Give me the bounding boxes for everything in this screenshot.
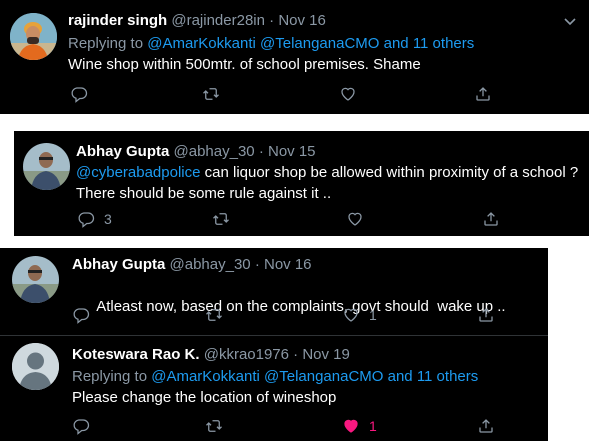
separator-dot: · — [293, 346, 299, 363]
tweet-date[interactable]: Nov 19 — [302, 346, 350, 363]
replying-to-label: Replying to — [68, 35, 144, 52]
reply-button[interactable]: 3 — [77, 209, 112, 229]
reply-icon — [71, 87, 88, 103]
like-icon — [344, 308, 358, 322]
tweet-text-body: Atleast now, based on the complaints, go… — [96, 298, 506, 315]
retweet-icon — [206, 309, 222, 321]
replying-to: Replying to @AmarKokkanti @TelanganaCMO … — [72, 368, 478, 386]
reply-count: 3 — [104, 211, 112, 227]
tweet-text: @cyberabadpolice can liquor shop be allo… — [76, 162, 586, 204]
like-button[interactable]: 1 — [342, 416, 377, 436]
reply-button[interactable] — [72, 416, 90, 436]
retweet-icon — [203, 88, 219, 100]
retweet-button[interactable] — [212, 209, 230, 229]
share-button[interactable] — [477, 305, 495, 325]
tweet-text-line-1: @cyberabadpolice can liquor shop be allo… — [76, 162, 586, 183]
like-icon — [348, 212, 362, 226]
retweet-button[interactable] — [205, 305, 223, 325]
avatar[interactable] — [23, 143, 70, 190]
tweet-date[interactable]: Nov 16 — [278, 12, 326, 29]
tweet-header: Abhay Gupta @abhay_30 · Nov 15 — [76, 143, 316, 161]
tweet-text-body: can liquor shop be allowed within proxim… — [200, 164, 579, 181]
tweet-text: Atleast now, based on the complaints, go… — [72, 275, 506, 338]
replying-to-label: Replying to — [72, 368, 148, 385]
reply-icon — [73, 419, 90, 435]
tweet-text: Please change the location of wineshop — [72, 387, 336, 408]
user-handle[interactable]: @abhay_30 — [174, 143, 255, 160]
like-button[interactable] — [346, 209, 364, 229]
replying-to: Replying to @AmarKokkanti @TelanganaCMO … — [68, 35, 474, 53]
others-link[interactable]: and 11 others — [384, 35, 475, 52]
others-link[interactable]: and 11 others — [388, 368, 479, 385]
share-icon — [479, 308, 493, 322]
tweet-date[interactable]: Nov 15 — [268, 143, 316, 160]
tweet-abhay-2[interactable]: Abhay Gupta @abhay_30 · Nov 16 Atleast n… — [0, 248, 548, 334]
retweet-icon — [213, 213, 229, 225]
like-count: 1 — [369, 307, 377, 323]
share-icon — [479, 419, 493, 433]
tweet-rajinder[interactable]: rajinder singh @rajinder28in · Nov 16 Re… — [0, 0, 589, 114]
user-handle[interactable]: @rajinder28in — [171, 12, 265, 29]
tweet-card-2: Abhay Gupta @abhay_30 · Nov 15 @cyberaba… — [14, 131, 589, 236]
display-name[interactable]: rajinder singh — [68, 12, 167, 29]
separator-dot: · — [254, 256, 260, 273]
reply-button[interactable] — [70, 84, 88, 104]
user-handle[interactable]: @kkrao1976 — [204, 346, 289, 363]
tweet-header: Koteswara Rao K. @kkrao1976 · Nov 19 — [72, 346, 350, 364]
tweet-header: rajinder singh @rajinder28in · Nov 16 — [68, 12, 326, 30]
retweet-button[interactable] — [205, 416, 223, 436]
tweet-card-1: rajinder singh @rajinder28in · Nov 16 Re… — [0, 0, 589, 114]
mention-link[interactable]: @AmarKokkanti — [147, 35, 256, 52]
more-chevron-icon[interactable] — [563, 17, 577, 27]
separator-dot: · — [258, 143, 264, 160]
like-button[interactable]: 1 — [342, 305, 377, 325]
like-icon — [344, 419, 358, 433]
user-handle[interactable]: @abhay_30 — [170, 256, 251, 273]
avatar[interactable] — [12, 256, 59, 303]
mention-link[interactable]: @cyberabadpolice — [76, 164, 200, 181]
mention-link[interactable]: @TelanganaCMO — [260, 35, 379, 52]
tweet-text-line-2: There should be some rule against it .. — [76, 185, 332, 202]
like-count: 1 — [369, 418, 377, 434]
display-name[interactable]: Abhay Gupta — [72, 256, 165, 273]
mention-link[interactable]: @AmarKokkanti — [151, 368, 260, 385]
tweet-abhay-1[interactable]: Abhay Gupta @abhay_30 · Nov 15 @cyberaba… — [14, 131, 589, 236]
separator-dot: · — [269, 12, 275, 29]
retweet-icon — [206, 420, 222, 432]
tweet-text-body: Please change the location of wineshop — [72, 389, 337, 406]
reply-button[interactable] — [72, 305, 90, 325]
reply-icon — [78, 212, 95, 228]
tweet-text-body: Wine shop within 500mtr. of school premi… — [68, 56, 421, 73]
avatar[interactable] — [10, 13, 57, 60]
display-name[interactable]: Abhay Gupta — [76, 143, 169, 160]
tweet-card-3: Abhay Gupta @abhay_30 · Nov 16 Atleast n… — [0, 248, 548, 441]
share-button[interactable] — [482, 209, 500, 229]
share-button[interactable] — [474, 84, 492, 104]
tweet-koteswara[interactable]: Koteswara Rao K. @kkrao1976 · Nov 19 Rep… — [0, 336, 548, 441]
tweet-date[interactable]: Nov 16 — [264, 256, 312, 273]
like-button[interactable] — [339, 84, 357, 104]
share-button[interactable] — [477, 416, 495, 436]
mention-link[interactable]: @TelanganaCMO — [264, 368, 383, 385]
retweet-button[interactable] — [202, 84, 220, 104]
tweet-text: Wine shop within 500mtr. of school premi… — [68, 54, 421, 75]
like-icon — [341, 87, 355, 101]
avatar[interactable] — [12, 343, 59, 390]
tweet-header: Abhay Gupta @abhay_30 · Nov 16 — [72, 256, 312, 274]
share-icon — [476, 87, 490, 101]
share-icon — [484, 212, 498, 226]
display-name[interactable]: Koteswara Rao K. — [72, 346, 200, 363]
reply-icon — [73, 308, 90, 324]
